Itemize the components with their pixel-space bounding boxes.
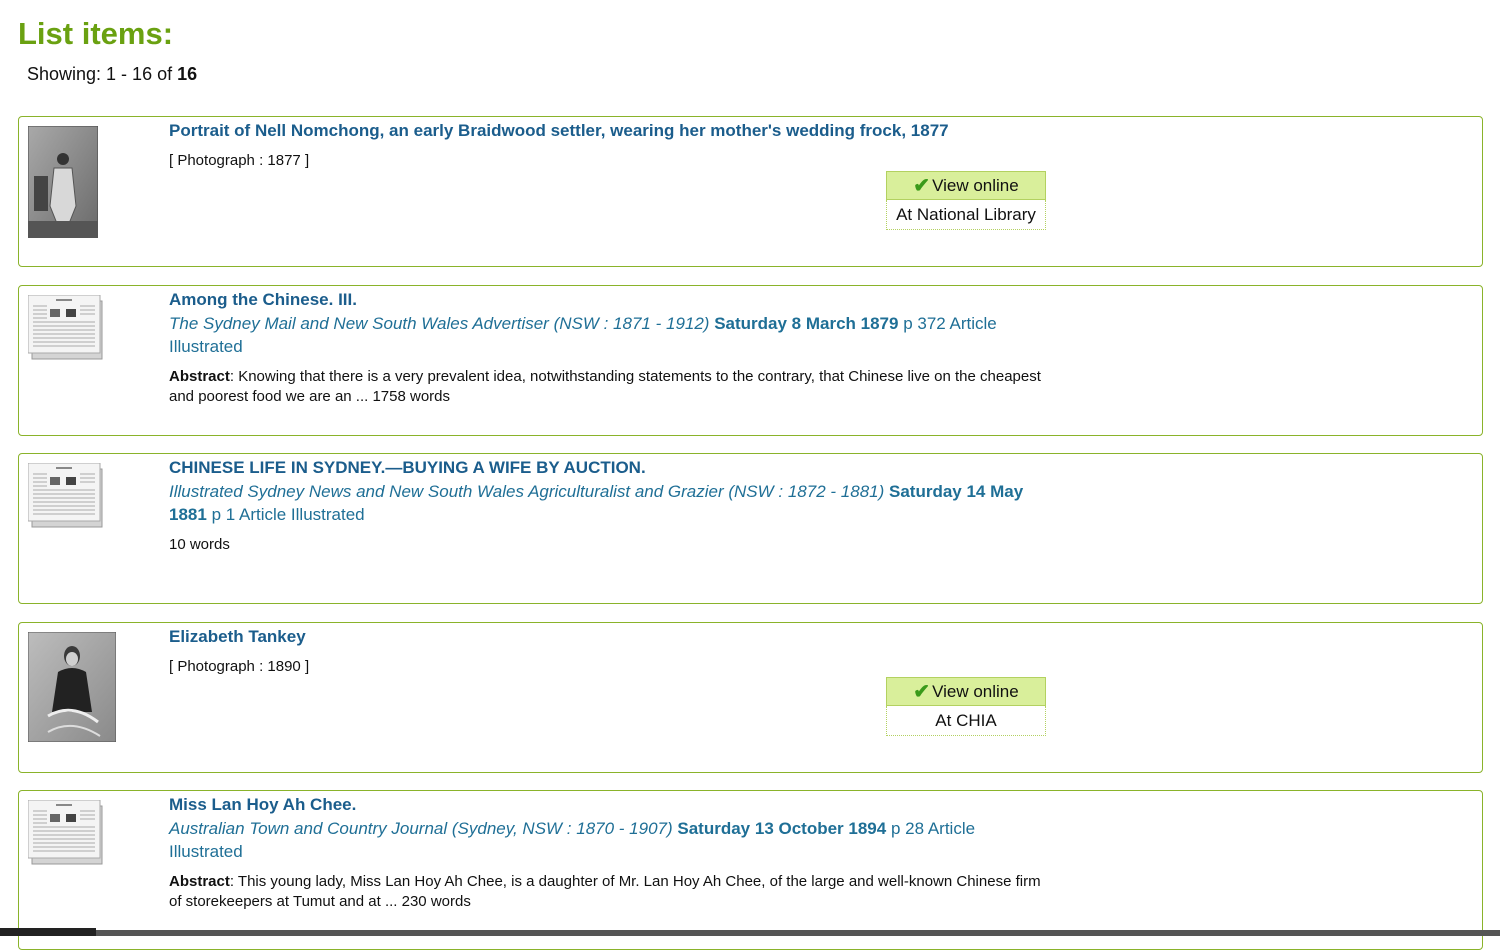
view-online-location: At CHIA xyxy=(886,706,1046,736)
item-abstract: Abstract: Knowing that there is a very p… xyxy=(169,368,1041,405)
newspaper-icon xyxy=(27,799,104,871)
view-online-button[interactable]: ✔ View online xyxy=(886,171,1046,200)
view-online-button[interactable]: ✔ View online xyxy=(886,677,1046,706)
results-count: Showing: 1 - 16 of 16 xyxy=(27,64,198,84)
list-item: Among the Chinese. III. The Sydney Mail … xyxy=(18,285,1483,436)
item-title-link[interactable]: Among the Chinese. III. xyxy=(169,289,1049,311)
item-format: [ Photograph : 1890 ] xyxy=(169,658,310,675)
item-source[interactable]: The Sydney Mail and New South Wales Adve… xyxy=(169,312,1049,358)
item-title-link[interactable]: Miss Lan Hoy Ah Chee. xyxy=(169,794,1049,816)
checkmark-icon: ✔ xyxy=(913,174,931,197)
item-word-count: 10 words xyxy=(169,536,230,553)
item-title-link[interactable]: Elizabeth Tankey xyxy=(169,626,1049,648)
checkmark-icon: ✔ xyxy=(913,680,931,703)
list-item: Portrait of Nell Nomchong, an early Brai… xyxy=(18,116,1483,267)
newspaper-icon xyxy=(27,462,104,534)
item-format: [ Photograph : 1877 ] xyxy=(169,152,310,169)
list-item: CHINESE LIFE IN SYDNEY.—BUYING A WIFE BY… xyxy=(18,453,1483,604)
item-abstract: Abstract: This young lady, Miss Lan Hoy … xyxy=(169,873,1041,910)
item-source[interactable]: Australian Town and Country Journal (Syd… xyxy=(169,817,1049,863)
photo-thumbnail[interactable] xyxy=(27,631,117,747)
photo-thumbnail[interactable] xyxy=(27,125,99,243)
view-online-location: At National Library xyxy=(886,200,1046,230)
item-title-link[interactable]: CHINESE LIFE IN SYDNEY.—BUYING A WIFE BY… xyxy=(169,457,1049,479)
list-item: Miss Lan Hoy Ah Chee. Australian Town an… xyxy=(18,790,1483,950)
window-bottom-tab xyxy=(0,928,96,936)
window-bottom-edge xyxy=(0,930,1500,936)
list-item: Elizabeth Tankey [ Photograph : 1890 ] ✔… xyxy=(18,622,1483,773)
item-title-link[interactable]: Portrait of Nell Nomchong, an early Brai… xyxy=(169,120,1049,142)
view-online-box: ✔ View online At CHIA xyxy=(886,677,1046,736)
view-online-box: ✔ View online At National Library xyxy=(886,171,1046,230)
newspaper-icon xyxy=(27,294,104,366)
page-heading: List items: xyxy=(18,16,174,51)
item-source[interactable]: Illustrated Sydney News and New South Wa… xyxy=(169,480,1049,526)
